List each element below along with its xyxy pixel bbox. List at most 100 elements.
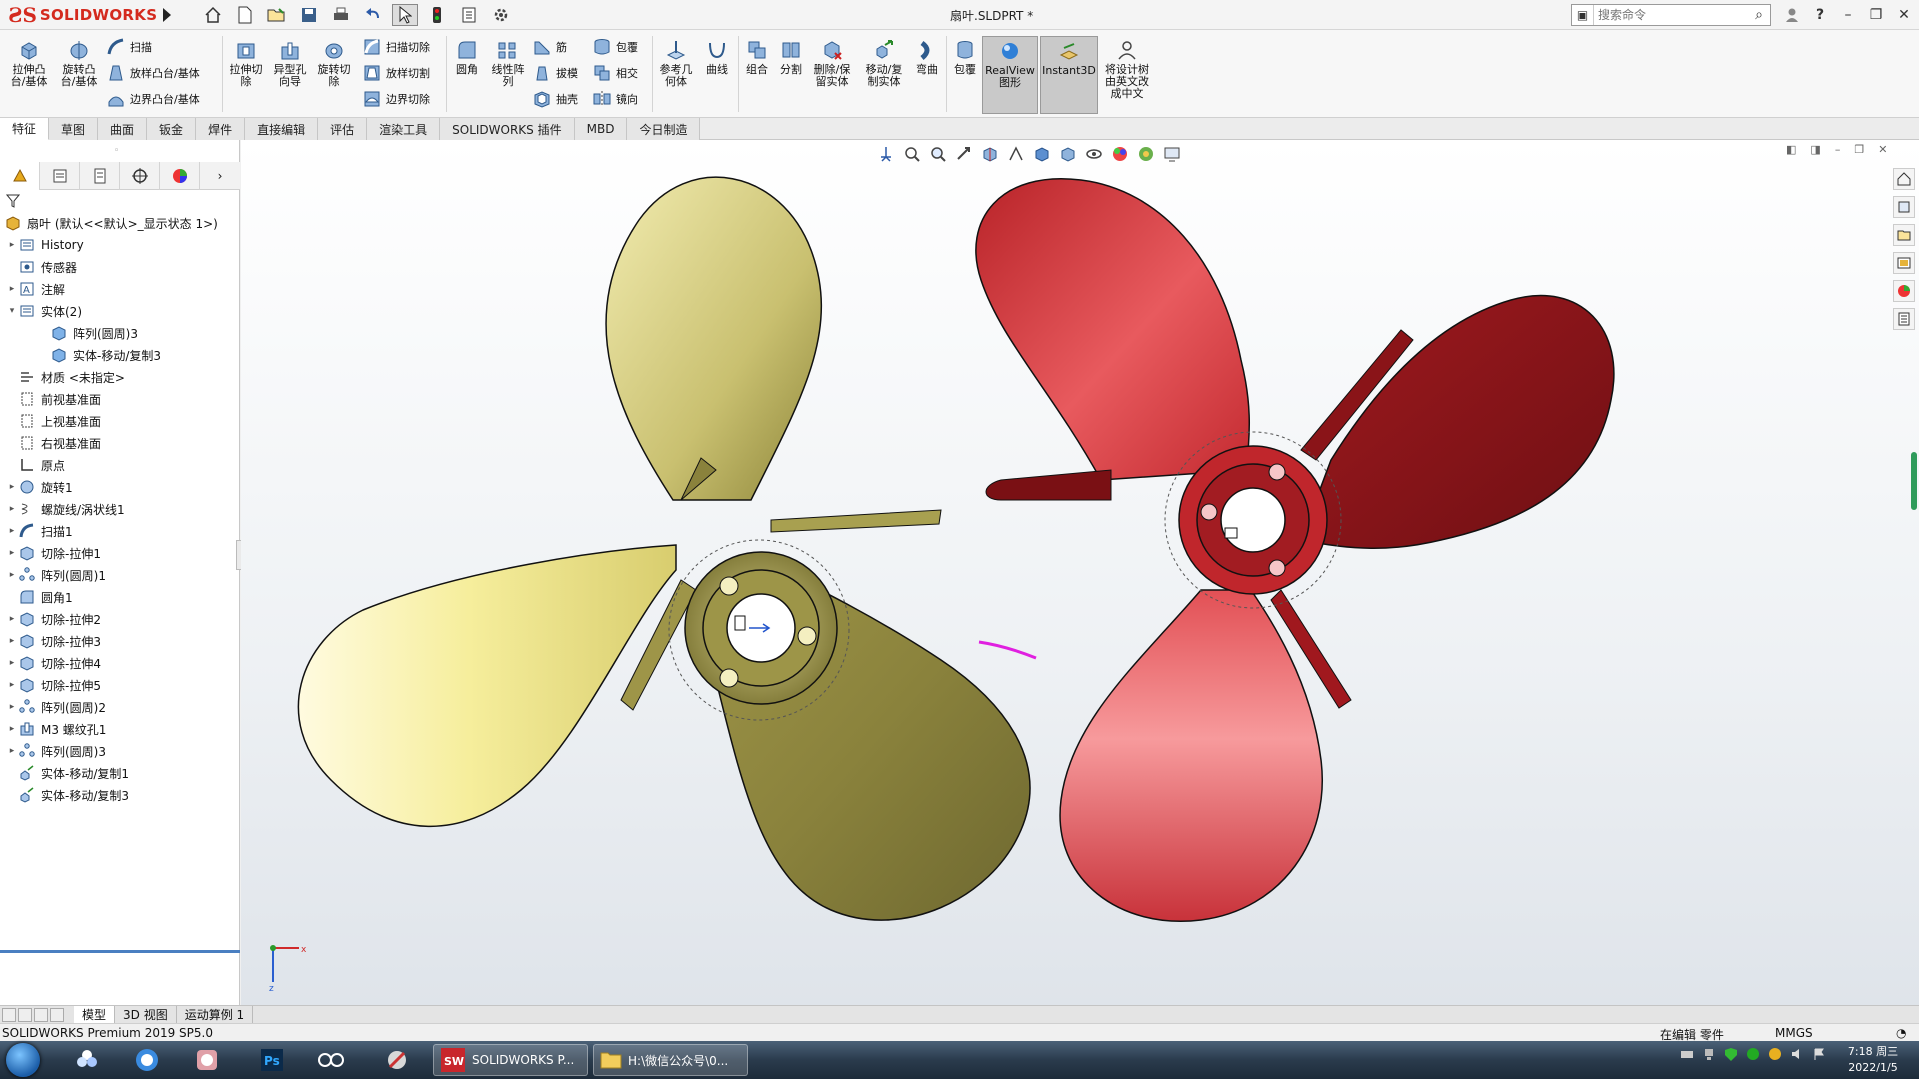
tray-flag-icon[interactable] xyxy=(1812,1047,1826,1061)
expand-arrow-icon[interactable]: ▸ xyxy=(6,284,18,294)
fillet-button[interactable]: 圆角 xyxy=(452,38,482,76)
design-library-icon[interactable] xyxy=(1893,196,1915,218)
minimize-icon[interactable]: – xyxy=(1836,4,1860,26)
undo-icon[interactable] xyxy=(360,4,386,26)
customize-status-icon[interactable]: ◔ xyxy=(1896,1026,1906,1040)
tree-item[interactable]: ▸ 阵列(圆周)2 xyxy=(0,696,240,718)
extrude-cut-button[interactable]: 拉伸切除 xyxy=(228,38,264,88)
expand-arrow-icon[interactable]: ▸ xyxy=(6,702,18,712)
reference-geometry-button[interactable]: 参考几何体 xyxy=(656,38,696,88)
traffic-light-icon[interactable] xyxy=(424,4,450,26)
tree-item[interactable]: 实体-移动/复制1 xyxy=(0,762,240,784)
tree-item[interactable]: 传感器 xyxy=(0,256,240,278)
dimxpert-manager-tab-icon[interactable] xyxy=(120,162,160,190)
task-pane-scroll-indicator[interactable] xyxy=(1911,452,1917,510)
appearances-scenes-icon[interactable] xyxy=(1893,280,1915,302)
home-icon[interactable] xyxy=(200,4,226,26)
split-button[interactable]: 分割 xyxy=(776,38,806,76)
taskbar-tool-icon[interactable] xyxy=(370,1044,424,1076)
curves-button[interactable]: 曲线 xyxy=(702,38,732,76)
taskbar-solidworks-task[interactable]: SW SOLIDWORKS P... xyxy=(433,1044,588,1076)
new-document-icon[interactable] xyxy=(232,4,258,26)
tab-mbd[interactable]: MBD xyxy=(574,118,628,140)
feature-manager-tab-icon[interactable] xyxy=(0,162,40,190)
tab-scroll-prev-icon[interactable] xyxy=(18,1007,32,1022)
revolve-boss-button[interactable]: 旋转凸台/基体 xyxy=(58,38,100,88)
select-pointer-icon[interactable] xyxy=(392,4,418,26)
expand-arrow-icon[interactable]: ▸ xyxy=(6,240,18,250)
tree-item[interactable]: 阵列(圆周)3 xyxy=(0,322,240,344)
boundary-boss-button[interactable]: 边界凸台/基体 xyxy=(106,88,200,110)
filter-icon[interactable] xyxy=(6,194,20,208)
close-icon[interactable]: ✕ xyxy=(1892,4,1916,26)
file-explorer-icon[interactable] xyxy=(1893,224,1915,246)
tree-item[interactable]: ▾ 实体(2) xyxy=(0,300,240,322)
taskbar-browser-icon[interactable] xyxy=(120,1044,174,1076)
solidworks-resources-icon[interactable] xyxy=(1893,168,1915,190)
expand-arrow-icon[interactable]: ▸ xyxy=(6,658,18,668)
expand-arrow-icon[interactable]: ▸ xyxy=(6,680,18,690)
open-folder-icon[interactable] xyxy=(264,4,290,26)
panel-expand-arrow-icon[interactable]: › xyxy=(200,162,240,190)
tab-weldments[interactable]: 焊件 xyxy=(196,118,246,140)
expand-arrow-icon[interactable]: ▸ xyxy=(6,526,18,536)
yellow-propeller[interactable] xyxy=(297,176,1037,921)
tree-root[interactable]: 扇叶 (默认<<默认>_显示状态 1>) xyxy=(0,212,240,234)
restore-icon[interactable]: ❐ xyxy=(1864,4,1888,26)
search-input[interactable] xyxy=(1594,6,1748,24)
tab-surfaces[interactable]: 曲面 xyxy=(98,118,148,140)
rib-button[interactable]: 筋 xyxy=(532,36,567,58)
tab-model[interactable]: 模型 xyxy=(74,1005,116,1024)
red-blade-right[interactable] xyxy=(1299,294,1615,549)
search-icon[interactable]: ⌕ xyxy=(1748,7,1770,23)
taskbar-app-flower-icon[interactable] xyxy=(60,1044,114,1076)
tree-item[interactable]: 实体-移动/复制3 xyxy=(0,784,240,806)
boundary-cut-button[interactable]: 边界切除 xyxy=(362,88,430,110)
tree-item[interactable]: ▸ M3 螺纹孔1 xyxy=(0,718,240,740)
yellow-blade-left[interactable] xyxy=(297,544,677,827)
help-icon[interactable]: ? xyxy=(1808,4,1832,26)
tree-item[interactable]: 上视基准面 xyxy=(0,410,240,432)
expand-arrow-icon[interactable]: ▸ xyxy=(6,482,18,492)
shell-button[interactable]: 抽壳 xyxy=(532,88,578,110)
taskbar-app-icon[interactable] xyxy=(305,1044,359,1076)
extrude-boss-button[interactable]: 拉伸凸台/基体 xyxy=(8,38,50,88)
rollback-bar[interactable] xyxy=(0,950,240,953)
tree-item[interactable]: ▸ 切除-拉伸2 xyxy=(0,608,240,630)
intersect-button[interactable]: 相交 xyxy=(592,62,638,84)
taskbar-clock[interactable]: 7:18 周三 2022/1/5 xyxy=(1838,1044,1908,1076)
taskbar-media-icon[interactable] xyxy=(180,1044,234,1076)
tree-item[interactable]: ▸ 切除-拉伸3 xyxy=(0,630,240,652)
save-icon[interactable] xyxy=(296,4,322,26)
combine-button[interactable]: 组合 xyxy=(742,38,772,76)
translate-tree-button[interactable]: 将设计树由英文改成中文 xyxy=(1102,38,1152,100)
tab-motion-study[interactable]: 运动算例 1 xyxy=(177,1005,254,1024)
model-graphics[interactable] xyxy=(241,140,1919,1005)
tree-item[interactable]: 原点 xyxy=(0,454,240,476)
file-properties-icon[interactable] xyxy=(456,4,482,26)
red-blade-left[interactable] xyxy=(975,178,1250,481)
tree-item[interactable]: ▸ A 注解 xyxy=(0,278,240,300)
tab-scroll-next-icon[interactable] xyxy=(34,1007,48,1022)
taskbar-photoshop-icon[interactable]: Ps xyxy=(245,1044,299,1076)
wrap-large-button[interactable]: 包覆 xyxy=(950,38,980,76)
wrap-button[interactable]: 包覆 xyxy=(592,36,638,58)
unit-system[interactable]: MMGS xyxy=(1775,1026,1813,1040)
mirror-button[interactable]: 镜向 xyxy=(592,88,638,110)
search-commands-box[interactable]: ▣ ⌕ xyxy=(1571,4,1771,26)
user-account-icon[interactable] xyxy=(1780,4,1804,26)
tab-manufacturing[interactable]: 今日制造 xyxy=(627,118,701,140)
taskbar-folder-task[interactable]: H:\微信公众号\0... xyxy=(593,1044,748,1076)
tree-item[interactable]: 圆角1 xyxy=(0,586,240,608)
linear-pattern-button[interactable]: 线性阵列 xyxy=(488,38,528,88)
yellow-blade-top[interactable] xyxy=(605,176,823,501)
tab-evaluate[interactable]: 评估 xyxy=(318,118,368,140)
solidworks-logo[interactable]: ƧS SOLIDWORKS xyxy=(8,3,157,27)
loft-boss-button[interactable]: 放样凸台/基体 xyxy=(106,62,200,84)
tab-features[interactable]: 特征 xyxy=(0,118,50,140)
tray-security-icon[interactable] xyxy=(1724,1047,1738,1061)
tree-item[interactable]: 右视基准面 xyxy=(0,432,240,454)
sweep-button[interactable]: 扫描 xyxy=(106,36,152,58)
tree-item[interactable]: ▸ 螺旋线/涡状线1 xyxy=(0,498,240,520)
options-gear-icon[interactable] xyxy=(488,4,514,26)
